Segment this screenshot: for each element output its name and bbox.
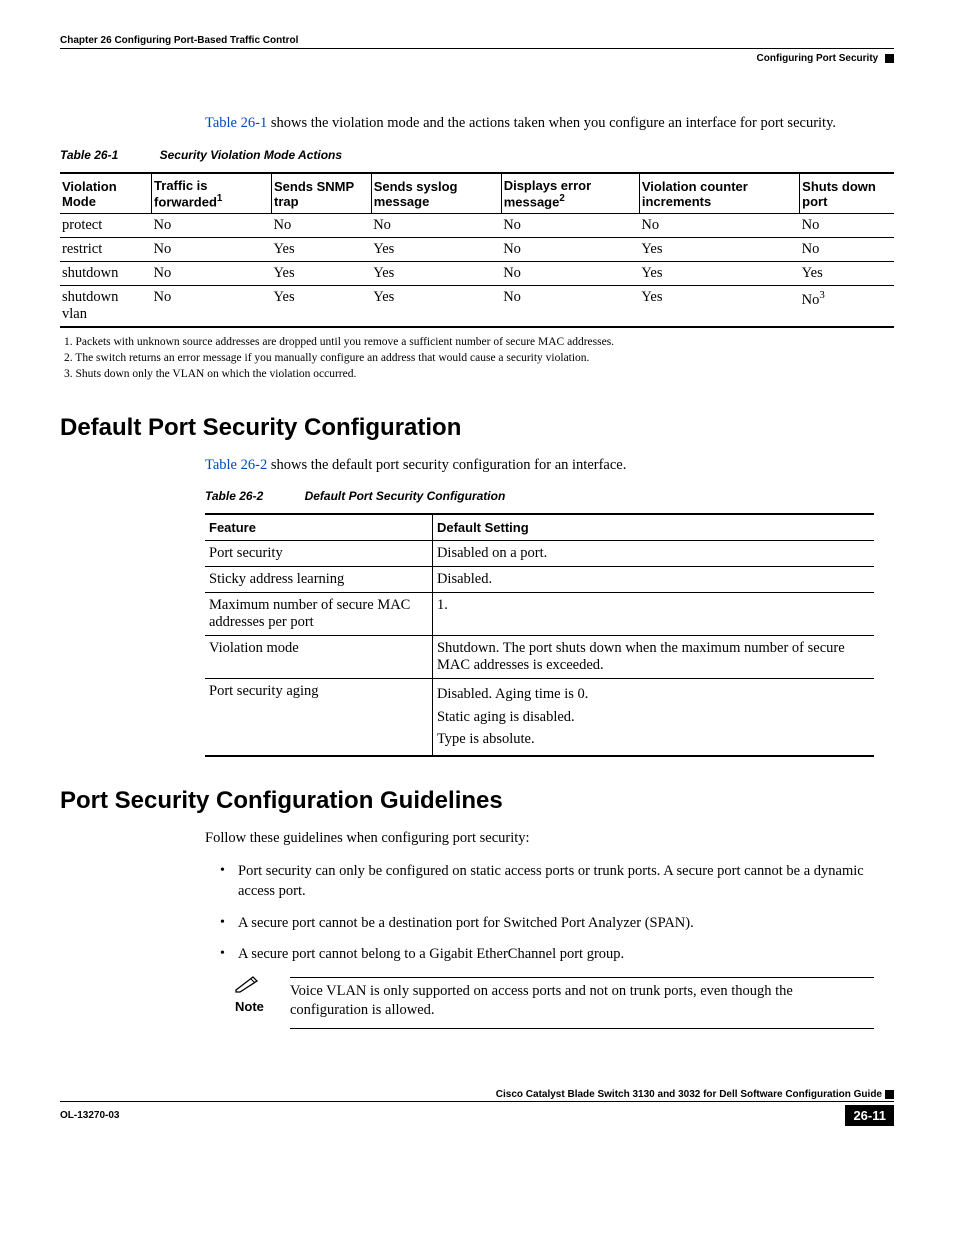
- table-1: Violation Mode Traffic is forwarded1 Sen…: [60, 172, 894, 328]
- note-pencil-icon: [235, 975, 275, 999]
- table-1-header-row: Violation Mode Traffic is forwarded1 Sen…: [60, 173, 894, 214]
- cell: Yes: [371, 261, 501, 285]
- cell: Maximum number of secure MAC addresses p…: [205, 593, 432, 636]
- table-26-1-link[interactable]: Table 26-1: [205, 115, 267, 131]
- cell: No: [501, 285, 639, 327]
- table-row: Port security agingDisabled. Aging time …: [205, 679, 874, 756]
- footnote-3: 3. Shuts down only the VLAN on which the…: [78, 368, 894, 380]
- cell: Yes: [272, 261, 372, 285]
- cell: No3: [800, 285, 894, 327]
- table-26-2-link[interactable]: Table 26-2: [205, 457, 267, 473]
- cell: No: [152, 237, 272, 261]
- table-row: shutdownNoYesYesNoYesYes: [60, 261, 894, 285]
- table-2-caption: Table 26-2 Default Port Security Configu…: [205, 489, 874, 503]
- guidelines-intro: Follow these guidelines when configuring…: [205, 829, 874, 849]
- table-row: Violation modeShutdown. The port shuts d…: [205, 636, 874, 679]
- t1-h0: Violation Mode: [60, 173, 152, 214]
- cell: Yes: [371, 285, 501, 327]
- table-row: protectNoNoNoNoNoNo: [60, 213, 894, 237]
- cell: No: [501, 237, 639, 261]
- table-2: Feature Default Setting Port securityDis…: [205, 513, 874, 756]
- note-bottom-rule: [290, 1027, 874, 1029]
- t1-h6: Shuts down port: [800, 173, 894, 214]
- table-row: Port securityDisabled on a port.: [205, 541, 874, 567]
- cell: No: [152, 261, 272, 285]
- page-header-rule: Chapter 26 Configuring Port-Based Traffi…: [60, 35, 894, 49]
- cell: No: [800, 237, 894, 261]
- cell: No: [501, 261, 639, 285]
- note-label: Note: [235, 999, 264, 1014]
- list-item: A secure port cannot be a destination po…: [220, 914, 894, 934]
- cell: protect: [60, 213, 152, 237]
- cell: shutdown: [60, 261, 152, 285]
- cell: Violation mode: [205, 636, 432, 679]
- page-footer: Cisco Catalyst Blade Switch 3130 and 303…: [60, 1089, 894, 1126]
- cell: Port security aging: [205, 679, 432, 756]
- note-text: Voice VLAN is only supported on access p…: [290, 978, 874, 1021]
- cell: Yes: [639, 261, 799, 285]
- footnote-2: 2. The switch returns an error message i…: [78, 352, 894, 364]
- section-label-line: Configuring Port Security: [60, 53, 894, 64]
- t1-h2: Sends SNMP trap: [272, 173, 372, 214]
- cell: No: [501, 213, 639, 237]
- cell: Yes: [800, 261, 894, 285]
- cell: Disabled.: [432, 567, 874, 593]
- cell: No: [152, 285, 272, 327]
- table-1-caption: Table 26-1 Security Violation Mode Actio…: [60, 148, 894, 162]
- table-row: shutdown vlanNoYesYesNoYesNo3: [60, 285, 894, 327]
- list-item: A secure port cannot belong to a Gigabit…: [220, 945, 894, 965]
- cell: No: [371, 213, 501, 237]
- cell: 1.: [432, 593, 874, 636]
- t1-h3: Sends syslog message: [371, 173, 501, 214]
- cell: Yes: [272, 237, 372, 261]
- table-1-title: Security Violation Mode Actions: [160, 148, 342, 162]
- section1-paragraph: Table 26-2 shows the default port securi…: [205, 456, 874, 476]
- section-guidelines-heading: Port Security Configuration Guidelines: [60, 787, 894, 815]
- note-block: Note Voice VLAN is only supported on acc…: [235, 977, 874, 1029]
- cell: Disabled on a port.: [432, 541, 874, 567]
- t1-h1: Traffic is forwarded1: [152, 173, 272, 214]
- cell: shutdown vlan: [60, 285, 152, 327]
- table-1-footnotes: 1. Packets with unknown source addresses…: [60, 336, 894, 380]
- t2-h2: Default Setting: [432, 514, 874, 541]
- t1-h5: Violation counter increments: [639, 173, 799, 214]
- cell: Sticky address learning: [205, 567, 432, 593]
- intro-paragraph: Table 26-1 shows the violation mode and …: [205, 114, 874, 134]
- footer-guide-title: Cisco Catalyst Blade Switch 3130 and 303…: [60, 1089, 894, 1102]
- cell: Disabled. Aging time is 0.Static aging i…: [432, 679, 874, 756]
- cell: Yes: [639, 285, 799, 327]
- cell: restrict: [60, 237, 152, 261]
- cell: Port security: [205, 541, 432, 567]
- t1-h4: Displays error message2: [501, 173, 639, 214]
- intro-rest: shows the violation mode and the actions…: [267, 115, 836, 131]
- table-row: Maximum number of secure MAC addresses p…: [205, 593, 874, 636]
- section-default-config-heading: Default Port Security Configuration: [60, 414, 894, 442]
- chapter-label: Chapter 26 Configuring Port-Based Traffi…: [60, 35, 894, 46]
- footnote-1: 1. Packets with unknown source addresses…: [78, 336, 894, 348]
- table-2-number: Table 26-2: [205, 489, 263, 503]
- cell: No: [639, 213, 799, 237]
- cell: No: [800, 213, 894, 237]
- section-label: Configuring Port Security: [757, 53, 879, 64]
- list-item: Port security can only be configured on …: [220, 862, 894, 901]
- table-2-title: Default Port Security Configuration: [305, 489, 506, 503]
- cell: No: [152, 213, 272, 237]
- table-row: restrictNoYesYesNoYesNo: [60, 237, 894, 261]
- footer-page-number: 26-11: [845, 1105, 894, 1126]
- cell: Shutdown. The port shuts down when the m…: [432, 636, 874, 679]
- section1-rest: shows the default port security configur…: [267, 457, 626, 473]
- table-1-number: Table 26-1: [60, 148, 118, 162]
- guidelines-list: Port security can only be configured on …: [220, 862, 894, 964]
- table-row: Sticky address learningDisabled.: [205, 567, 874, 593]
- t2-h1: Feature: [205, 514, 432, 541]
- footer-doc-id: OL-13270-03: [60, 1110, 119, 1121]
- cell: Yes: [639, 237, 799, 261]
- cell: Yes: [272, 285, 372, 327]
- footer-square-icon: [885, 1090, 894, 1099]
- table-2-header-row: Feature Default Setting: [205, 514, 874, 541]
- cell: Yes: [371, 237, 501, 261]
- cell: No: [272, 213, 372, 237]
- header-square-icon: [885, 54, 894, 63]
